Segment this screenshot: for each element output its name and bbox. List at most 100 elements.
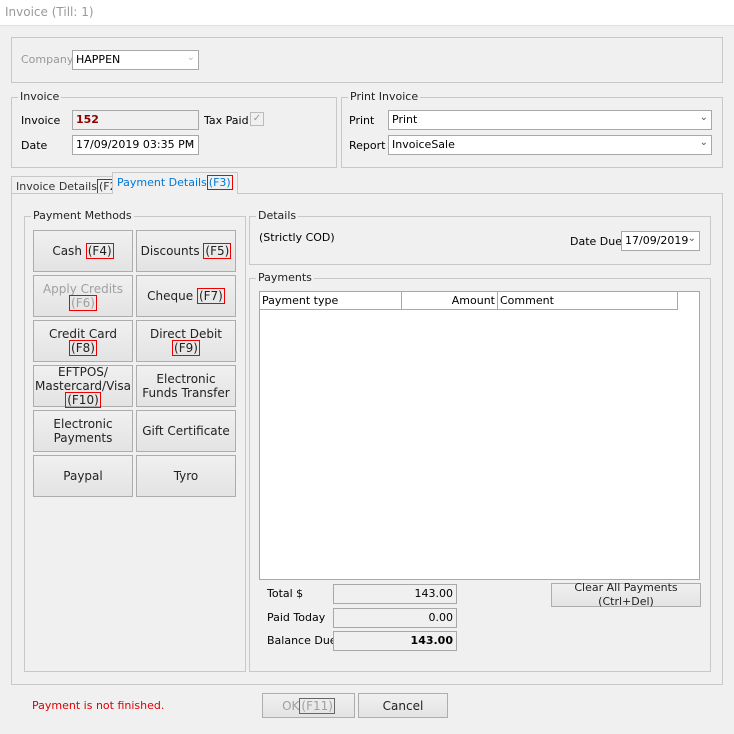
tax-paid-checkbox[interactable]: ✓ <box>250 112 264 126</box>
column-header-comment[interactable]: Comment <box>498 292 678 310</box>
payment-method-eftpos-mastercard-visa-button[interactable]: EFTPOS/ Mastercard/Visa (F10) <box>33 365 133 408</box>
payment-method-gift-certificate-button[interactable]: Gift Certificate <box>136 410 236 452</box>
button-text: Direct Debit <box>149 327 223 341</box>
details-group: Details (Strictly COD) Date Due 17/09/20… <box>249 209 711 265</box>
button-label: Cheque (F7) <box>147 288 225 304</box>
invoice-legend: Invoice <box>18 90 62 103</box>
chevron-down-icon: ⌄ <box>699 112 708 123</box>
chevron-down-icon: ⌄ <box>699 137 708 148</box>
payment-method-paypal-button[interactable]: Paypal <box>33 455 133 497</box>
button-label: Direct Debit (F9) <box>137 327 235 356</box>
total-label: Total $ <box>267 587 304 600</box>
button-label: Credit Card (F8) <box>34 327 132 356</box>
payment-method-discounts-button[interactable]: Discounts (F5) <box>136 230 236 272</box>
total-field: 143.00 <box>333 584 457 604</box>
company-combo[interactable]: HAPPEN ⌄ <box>72 50 199 70</box>
company-label: Company <box>21 53 74 66</box>
button-text: Electronic Funds Transfer <box>142 372 230 400</box>
invoice-number-field[interactable]: 152 <box>72 110 199 130</box>
status-message: Payment is not finished. <box>32 699 165 712</box>
button-text: Discounts <box>140 244 200 258</box>
clear-all-payments-button[interactable]: Clear All Payments (Ctrl+Del) <box>551 581 701 608</box>
payment-methods-legend: Payment Methods <box>31 209 134 222</box>
print-combo[interactable]: Print ⌄ <box>388 110 712 130</box>
button-text: Credit Card <box>49 327 117 341</box>
report-label: Report <box>349 139 386 152</box>
date-due-label: Date Due <box>570 235 622 248</box>
chevron-down-icon: ⌄ <box>687 233 696 244</box>
shortcut-key: (F8) <box>69 340 97 356</box>
balance-due-label: Balance Due <box>267 634 337 647</box>
print-legend: Print Invoice <box>348 90 421 103</box>
tax-paid-label: Tax Paid <box>204 114 249 127</box>
button-text: Paypal <box>63 469 103 483</box>
button-label: EFTPOS/ Mastercard/Visa (F10) <box>34 365 132 408</box>
ok-key: (F11) <box>299 697 335 714</box>
balance-due-field: 143.00 <box>333 631 457 651</box>
payment-details-panel: Payment Methods Cash (F4) Discounts (F5) A… <box>11 193 723 685</box>
button-label: Electronic Payments <box>34 417 132 445</box>
tab-label: Payment Details <box>117 176 207 189</box>
button-label: Electronic Funds Transfer <box>137 372 235 400</box>
payment-method-cash-button[interactable]: Cash (F4) <box>33 230 133 272</box>
payment-method-electronic-funds-transfer-button[interactable]: Electronic Funds Transfer <box>136 365 236 407</box>
shortcut-key: (F5) <box>203 243 232 259</box>
payments-table[interactable]: Payment type Amount Comment <box>259 291 700 580</box>
payment-method-direct-debit-button[interactable]: Direct Debit (F9) <box>136 320 236 362</box>
payment-method-cheque-button[interactable]: Cheque (F7) <box>136 275 236 317</box>
window-title: Invoice (Till: 1) <box>5 5 94 19</box>
button-text: Tyro <box>173 469 199 483</box>
invoice-group: Invoice Invoice 152 Tax Paid ✓ Date 17/0… <box>11 90 337 168</box>
button-text: Gift Certificate <box>142 424 230 438</box>
button-text: Cash <box>52 244 82 258</box>
payment-terms: (Strictly COD) <box>259 231 335 244</box>
payment-method-apply-credits-button[interactable]: Apply Credits (F6) <box>33 275 133 317</box>
shortcut-key: (F4) <box>85 243 114 259</box>
button-label: Cash (F4) <box>52 243 114 259</box>
date-due-value: 17/09/2019 <box>625 234 689 247</box>
payment-method-credit-card-button[interactable]: Credit Card (F8) <box>33 320 133 362</box>
shortcut-key: (F9) <box>172 340 200 356</box>
payments-legend: Payments <box>256 271 314 284</box>
chevron-down-icon: ⌄ <box>186 52 195 63</box>
details-legend: Details <box>256 209 299 222</box>
chevron-down-icon: ⌄ <box>186 137 195 148</box>
shortcut-key: (F6) <box>69 295 97 311</box>
column-header-amount[interactable]: Amount <box>402 292 498 310</box>
tab-invoice-details[interactable]: Invoice Details (F2) <box>11 176 128 194</box>
button-label: Paypal <box>63 469 102 483</box>
button-text: Cheque <box>147 289 194 303</box>
button-label: Apply Credits (F6) <box>34 282 132 311</box>
tab-key: (F3) <box>206 175 233 190</box>
paid-today-label: Paid Today <box>267 611 326 624</box>
payment-method-electronic-payments-button[interactable]: Electronic Payments <box>33 410 133 452</box>
tab-payment-details[interactable]: Payment Details (F3) <box>112 172 238 194</box>
company-value: HAPPEN <box>76 53 121 66</box>
payments-group: Payments Payment type Amount Comment Tot… <box>249 271 711 672</box>
invoice-label: Invoice <box>21 114 61 127</box>
date-label: Date <box>21 139 48 152</box>
print-label: Print <box>349 114 375 127</box>
button-label: Tyro <box>174 469 199 483</box>
ok-label: OK <box>282 698 300 713</box>
shortcut-key: (F7) <box>196 288 225 304</box>
paid-today-field: 0.00 <box>333 608 457 628</box>
company-panel: Company HAPPEN ⌄ <box>11 37 723 83</box>
column-header-payment-type[interactable]: Payment type <box>260 292 402 310</box>
button-text: Electronic Payments <box>53 417 113 445</box>
title-bar: Invoice (Till: 1) <box>0 0 734 26</box>
cancel-button[interactable]: Cancel <box>358 693 448 718</box>
date-value: 17/09/2019 03:35 PM <box>76 138 195 151</box>
date-due-picker[interactable]: 17/09/2019 ⌄ <box>621 231 700 251</box>
report-combo[interactable]: InvoiceSale ⌄ <box>388 135 712 155</box>
report-value: InvoiceSale <box>392 138 455 151</box>
payment-method-tyro-button[interactable]: Tyro <box>136 455 236 497</box>
button-text: Apply Credits <box>42 282 124 296</box>
button-label: Gift Certificate <box>142 424 230 438</box>
button-label: Discounts (F5) <box>140 243 232 259</box>
date-picker[interactable]: 17/09/2019 03:35 PM ⌄ <box>72 135 199 155</box>
ok-button[interactable]: OK (F11) <box>262 693 355 718</box>
shortcut-key: (F10) <box>65 392 101 408</box>
button-text: EFTPOS/ Mastercard/Visa <box>35 365 131 393</box>
payment-methods-group: Payment Methods Cash (F4) Discounts (F5) A… <box>24 209 246 672</box>
